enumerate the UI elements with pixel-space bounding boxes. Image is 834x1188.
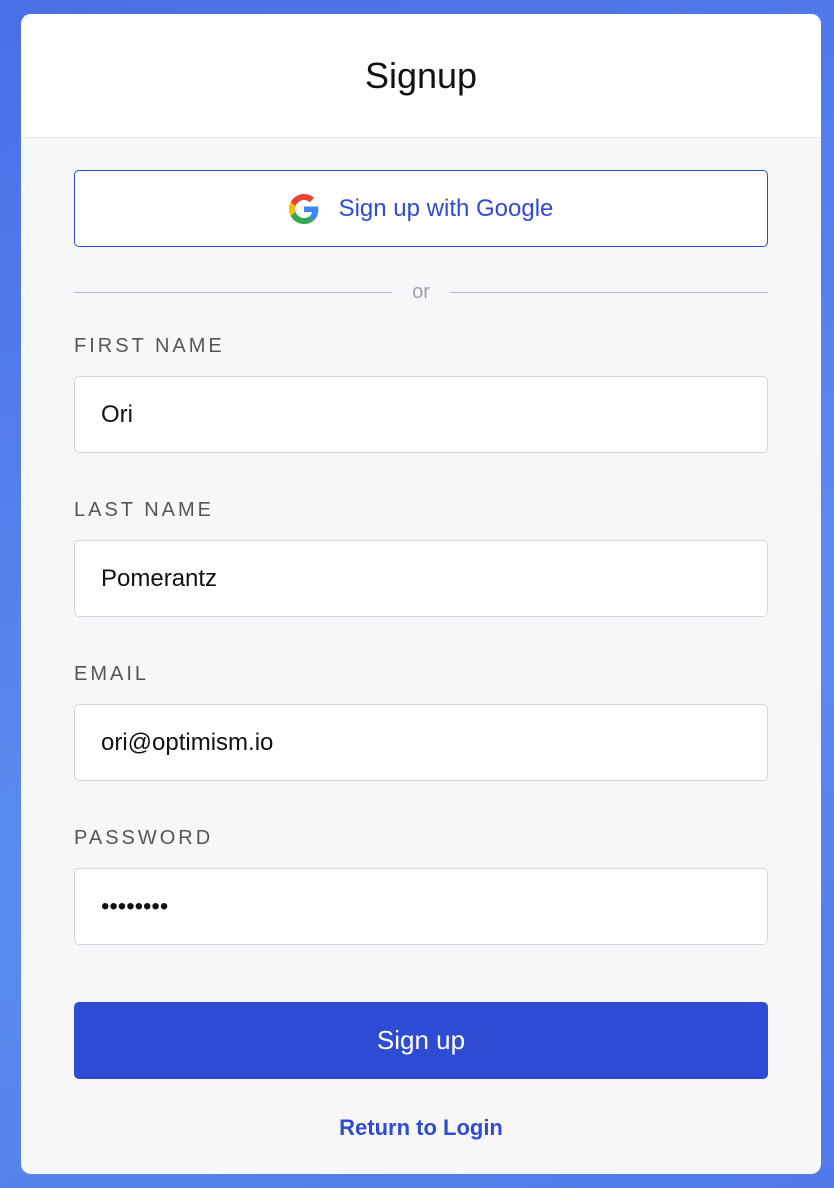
google-g-icon — [288, 193, 318, 224]
email-field-group: EMAIL — [74, 663, 768, 781]
email-input[interactable] — [74, 704, 768, 781]
password-label: PASSWORD — [74, 827, 214, 849]
last-name-field-group: LAST NAME — [74, 499, 768, 617]
divider-line-right — [449, 291, 769, 293]
card-body: Sign up with Google or FIRST NAME LAST N… — [21, 138, 821, 1141]
divider-line-left — [74, 291, 393, 293]
google-signup-label: Sign up with Google — [338, 194, 554, 222]
first-name-input[interactable] — [74, 376, 768, 453]
or-divider: or — [74, 277, 769, 307]
last-name-label: LAST NAME — [74, 499, 214, 521]
page-title: Signup — [364, 54, 478, 96]
email-label: EMAIL — [74, 663, 150, 685]
signup-submit-button[interactable]: Sign up — [74, 1002, 768, 1079]
password-field-group: PASSWORD — [74, 827, 768, 945]
return-to-login-link[interactable]: Return to Login — [74, 1115, 768, 1141]
divider-text: or — [412, 280, 430, 303]
google-signup-button[interactable]: Sign up with Google — [74, 170, 768, 247]
password-input[interactable] — [74, 868, 768, 945]
last-name-input[interactable] — [74, 540, 768, 617]
signup-card: Signup Sign up with Google or FIRST NAME… — [21, 14, 821, 1174]
card-header: Signup — [21, 14, 821, 138]
first-name-field-group: FIRST NAME — [74, 335, 768, 453]
first-name-label: FIRST NAME — [74, 335, 225, 357]
